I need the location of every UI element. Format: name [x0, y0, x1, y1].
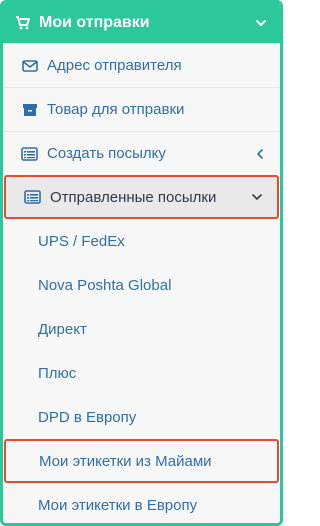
submenu-item-ups-fedex[interactable]: UPS / FedEx [3, 219, 280, 263]
cart-icon [15, 15, 31, 31]
chevron-left-icon [254, 148, 266, 160]
menu-header-my-shipments[interactable]: Мои отправки [3, 3, 280, 43]
submenu-item-label: Nova Poshta Global [38, 276, 172, 294]
submenu-item-label: Мои этикетки из Майами [39, 452, 212, 470]
submenu-item-label: Мои этикетки в Европу [38, 496, 198, 514]
chevron-down-icon[interactable] [254, 16, 268, 30]
submenu-item-plus[interactable]: Плюс [3, 351, 280, 395]
menu-item-label: Отправленные посылки [50, 188, 217, 206]
menu-item-label: Товар для отправки [47, 101, 185, 118]
menu-item-goods-for-shipping[interactable]: Товар для отправки [3, 87, 280, 131]
list-card-icon [21, 146, 38, 162]
chevron-down-icon [251, 191, 263, 203]
submenu-item-my-labels-to-europe[interactable]: Мои этикетки в Европу [3, 483, 280, 523]
my-shipments-menu: Мои отправки Адрес отправителя Товар для… [0, 0, 283, 526]
menu-item-label: Создать посылку [47, 145, 166, 162]
submenu-item-nova-poshta-global[interactable]: Nova Poshta Global [3, 263, 280, 307]
submenu-item-dpd-europe[interactable]: DPD в Европу [3, 395, 280, 439]
submenu-item-direct[interactable]: Директ [3, 307, 280, 351]
list-card-icon [24, 189, 41, 205]
envelope-icon [21, 58, 38, 74]
submenu-item-label: DPD в Европу [38, 408, 137, 426]
menu-item-label: Адрес отправителя [47, 57, 182, 74]
submenu-item-label: Директ [38, 320, 87, 338]
archive-box-icon [21, 102, 38, 118]
menu-title: Мои отправки [39, 14, 150, 31]
submenu-item-label: Плюс [38, 364, 77, 382]
menu-item-sender-address[interactable]: Адрес отправителя [3, 43, 280, 87]
submenu-item-my-labels-from-miami[interactable]: Мои этикетки из Майами [4, 439, 279, 483]
submenu-item-label: UPS / FedEx [38, 232, 125, 250]
menu-item-sent-parcels[interactable]: Отправленные посылки [4, 175, 279, 219]
menu-item-create-parcel[interactable]: Создать посылку [3, 131, 280, 175]
